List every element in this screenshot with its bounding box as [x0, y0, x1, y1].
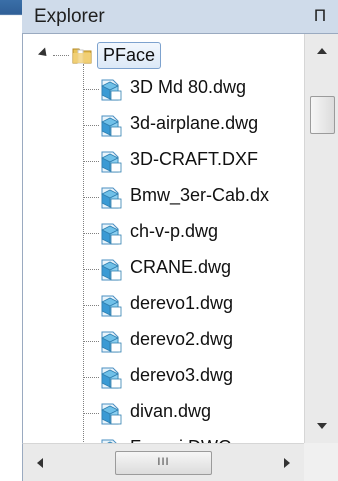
dwg-file-icon	[101, 259, 122, 281]
tree-connector	[83, 341, 99, 342]
scroll-down-button[interactable]	[305, 409, 338, 443]
tree-file-node[interactable]: Bmw_3er-Cab.dx	[23, 180, 305, 214]
tree-connector	[83, 161, 99, 162]
tree-connector	[83, 269, 99, 270]
tree-file-node[interactable]: derevo3.dwg	[23, 360, 305, 394]
expander-icon[interactable]	[37, 47, 51, 60]
dwg-file-icon	[101, 223, 122, 245]
tree-file-label: Bmw_3er-Cab.dx	[130, 185, 270, 205]
background-strip	[0, 0, 22, 481]
dwg-file-icon	[101, 403, 122, 425]
tree-file-node[interactable]: divan.dwg	[23, 396, 305, 430]
arrow-left-icon	[37, 457, 43, 468]
dwg-file-icon	[101, 331, 122, 353]
tree-file-label: 3d-airplane.dwg	[130, 113, 259, 133]
panel-titlebar[interactable]: Explorer Π	[22, 0, 338, 34]
scroll-right-button[interactable]	[270, 444, 304, 481]
dwg-file-icon	[101, 79, 122, 101]
vertical-scroll-thumb[interactable]	[310, 96, 335, 134]
folder-icon	[72, 48, 92, 64]
tree-connector	[83, 377, 99, 378]
tree-file-label: 3D Md 80.dwg	[130, 77, 247, 97]
tree-connector	[83, 233, 99, 234]
dwg-file-icon	[101, 151, 122, 173]
tree-file-node[interactable]: derevo1.dwg	[23, 288, 305, 322]
panel-title: Explorer	[34, 6, 105, 27]
horizontal-scroll-thumb[interactable]: III	[115, 451, 212, 475]
tree-file-label: derevo1.dwg	[130, 293, 234, 313]
scroll-left-button[interactable]	[23, 444, 57, 481]
tree-connector	[83, 125, 99, 126]
tree-connector	[83, 64, 84, 443]
arrow-right-icon	[284, 457, 290, 468]
tree-root-label: PFace	[97, 42, 162, 69]
tree-connector	[83, 197, 99, 198]
tree-file-node[interactable]: derevo2.dwg	[23, 324, 305, 358]
tree-connector	[83, 413, 99, 414]
tree-connector	[83, 305, 99, 306]
tree-connector	[53, 55, 69, 56]
dwg-file-icon	[101, 115, 122, 137]
arrow-down-icon	[317, 423, 327, 429]
tree-file-node[interactable]: ch-v-p.dwg	[23, 216, 305, 250]
tree-file-label: derevo2.dwg	[130, 329, 234, 349]
tree-file-label: divan.dwg	[130, 401, 212, 421]
dwg-file-icon	[101, 295, 122, 317]
tree-connector	[83, 89, 99, 90]
tree-view[interactable]: PFace 3D Md 80.dwg 3d-airplane.dwg 3D-CRAF…	[22, 34, 305, 443]
tree-file-label: ch-v-p.dwg	[130, 221, 219, 241]
tree-file-node[interactable]: 3D Md 80.dwg	[23, 72, 305, 106]
tree-file-label: derevo3.dwg	[130, 365, 234, 385]
dwg-file-icon	[101, 187, 122, 209]
tree-root-node[interactable]: PFace	[23, 38, 305, 72]
pin-icon[interactable]: Π	[312, 5, 328, 27]
explorer-panel: Explorer Π PFace 3D Md 80.dwg 3d-airplane…	[22, 0, 338, 481]
tree-file-label: CRANE.dwg	[130, 257, 232, 277]
scroll-up-button[interactable]	[305, 34, 338, 68]
tree-file-node[interactable]: 3d-airplane.dwg	[23, 108, 305, 142]
arrow-up-icon	[317, 48, 327, 54]
tree-file-node[interactable]: 3D-CRAFT.DXF	[23, 144, 305, 178]
tree-file-node[interactable]: Ferrari.DWG	[23, 432, 305, 443]
vertical-scrollbar[interactable]	[304, 34, 338, 443]
scrollbar-corner	[304, 443, 338, 481]
dwg-file-icon	[101, 367, 122, 389]
horizontal-scrollbar[interactable]: III	[22, 443, 304, 481]
tree-file-label: 3D-CRAFT.DXF	[130, 149, 259, 169]
tree-file-node[interactable]: CRANE.dwg	[23, 252, 305, 286]
